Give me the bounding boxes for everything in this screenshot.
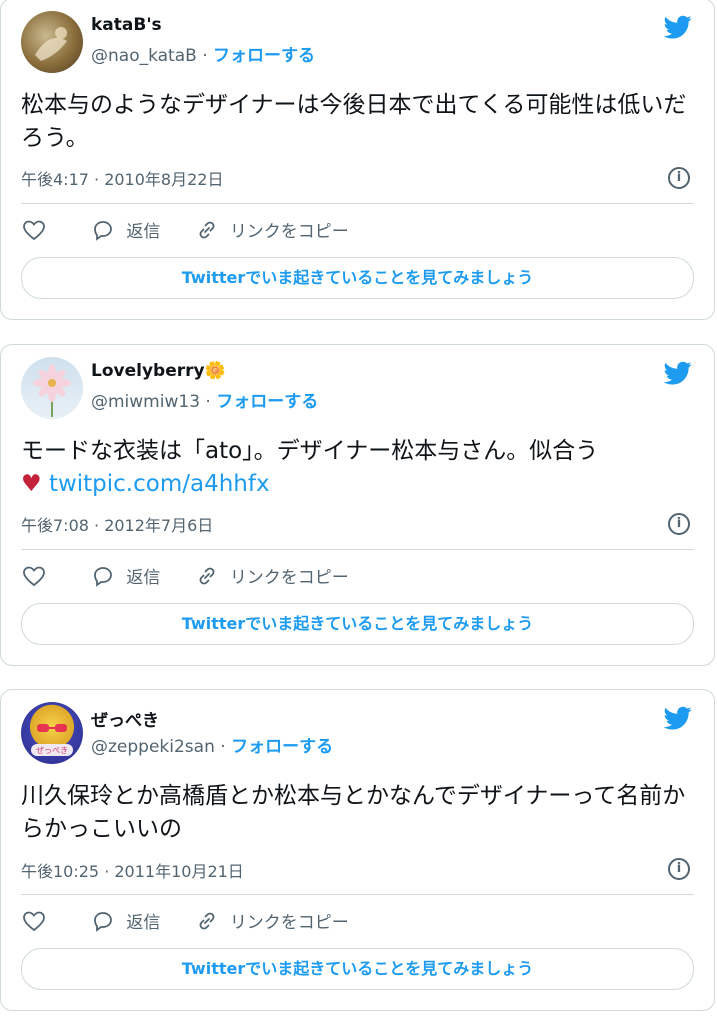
follow-button[interactable]: フォローする [231, 737, 333, 757]
twitter-bird-icon[interactable] [662, 704, 694, 732]
user-handle[interactable]: @miwmiw13 [91, 392, 200, 412]
tweet-body: 松本与のようなデザイナーは今後日本で出てくる可能性は低いだろう。 [21, 92, 687, 151]
tweet-card: ぜっぺき ぜっぺき @zeppeki2san · フォローする 川久保玲とか高橋… [0, 689, 715, 1011]
heart-icon [23, 911, 45, 931]
info-icon[interactable]: i [668, 513, 690, 535]
avatar[interactable]: ぜっぺき [21, 702, 83, 764]
info-icon[interactable]: i [668, 167, 690, 189]
copy-link-label: リンクをコピー [229, 913, 349, 933]
divider [21, 203, 694, 204]
link-icon [199, 567, 215, 584]
user-handle[interactable]: @zeppeki2san [91, 737, 215, 757]
avatar[interactable] [21, 11, 83, 73]
like-button[interactable] [21, 218, 57, 242]
twitter-bird-icon[interactable] [662, 13, 694, 41]
explore-twitter-button[interactable]: Twitterでいま起きていることを見てみましょう [21, 948, 694, 990]
reply-icon [94, 220, 113, 241]
link-icon [199, 221, 215, 238]
action-bar: 返信 リンクをコピー [21, 217, 377, 247]
reply-button[interactable]: 返信 [90, 563, 160, 588]
action-bar: 返信 リンクをコピー [21, 563, 377, 593]
display-name[interactable]: ぜっぺき [91, 706, 159, 731]
reply-icon [94, 911, 113, 932]
reply-icon [94, 566, 113, 587]
timestamp[interactable]: 午後10:25 · 2011年10月21日 [21, 858, 244, 882]
heart-icon [23, 566, 45, 586]
like-button[interactable] [21, 564, 57, 588]
copy-link-button[interactable]: リンクをコピー [194, 563, 349, 588]
avatar[interactable] [21, 357, 83, 419]
tweet-text: モードな衣装は「ato」。デザイナー松本与さん。似合う ♥ twitpic.co… [21, 435, 693, 501]
tweet-text: 松本与のようなデザイナーは今後日本で出てくる可能性は低いだろう。 [21, 89, 693, 155]
copy-link-button[interactable]: リンクをコピー [194, 217, 349, 242]
handle-row: @miwmiw13 · フォローする [91, 387, 318, 412]
sun-emoji-icon: 🌼 [204, 361, 226, 381]
separator-dot: · [220, 737, 232, 757]
tweet-text: 川久保玲とか高橋盾とか松本与とかなんでデザイナーって名前からかっこいいの [21, 780, 693, 846]
link-icon [199, 912, 215, 929]
copy-link-label: リンクをコピー [229, 222, 349, 242]
separator-dot: · [205, 392, 217, 412]
reply-label: 返信 [126, 222, 161, 242]
reply-button[interactable]: 返信 [90, 908, 160, 933]
copy-link-label: リンクをコピー [229, 568, 349, 588]
tweet-body: 川久保玲とか高橋盾とか松本与とかなんでデザイナーって名前からかっこいいの [21, 783, 686, 842]
tweet-card: Lovelyberry🌼 @miwmiw13 · フォローする モードな衣装は「… [0, 344, 715, 666]
red-heart-emoji: ♥ [21, 471, 42, 497]
reply-label: 返信 [126, 913, 161, 933]
timestamp[interactable]: 午後4:17 · 2010年8月22日 [21, 166, 223, 190]
like-button[interactable] [21, 909, 57, 933]
separator-dot: · [202, 46, 214, 66]
avatar-image [35, 27, 67, 61]
handle-row: @nao_kataB · フォローする [91, 41, 315, 66]
avatar-image [33, 364, 71, 417]
copy-link-button[interactable]: リンクをコピー [194, 908, 349, 933]
divider [21, 549, 694, 550]
user-handle[interactable]: @nao_kataB [91, 46, 197, 66]
display-name[interactable]: kataB's [91, 15, 162, 35]
handle-row: @zeppeki2san · フォローする [91, 732, 333, 757]
divider [21, 894, 694, 895]
follow-button[interactable]: フォローする [216, 392, 318, 412]
avatar-image: ぜっぺき [31, 724, 73, 756]
svg-text:ぜっぺき: ぜっぺき [36, 746, 68, 755]
display-name[interactable]: Lovelyberry🌼 [91, 361, 226, 381]
reply-label: 返信 [126, 568, 161, 588]
action-bar: 返信 リンクをコピー [21, 908, 377, 938]
tweet-link[interactable]: twitpic.com/a4hhfx [49, 471, 270, 497]
heart-icon [23, 220, 45, 240]
follow-button[interactable]: フォローする [213, 46, 315, 66]
info-icon[interactable]: i [668, 858, 690, 880]
timestamp[interactable]: 午後7:08 · 2012年7月6日 [21, 512, 213, 536]
display-name-text: Lovelyberry [91, 361, 205, 381]
tweet-card: kataB's @nao_kataB · フォローする 松本与のようなデザイナー… [0, 0, 715, 320]
reply-button[interactable]: 返信 [90, 217, 160, 242]
tweet-body: モードな衣装は「ato」。デザイナー松本与さん。似合う [21, 438, 599, 464]
explore-twitter-button[interactable]: Twitterでいま起きていることを見てみましょう [21, 603, 694, 645]
explore-twitter-button[interactable]: Twitterでいま起きていることを見てみましょう [21, 257, 694, 299]
twitter-bird-icon[interactable] [662, 359, 694, 387]
